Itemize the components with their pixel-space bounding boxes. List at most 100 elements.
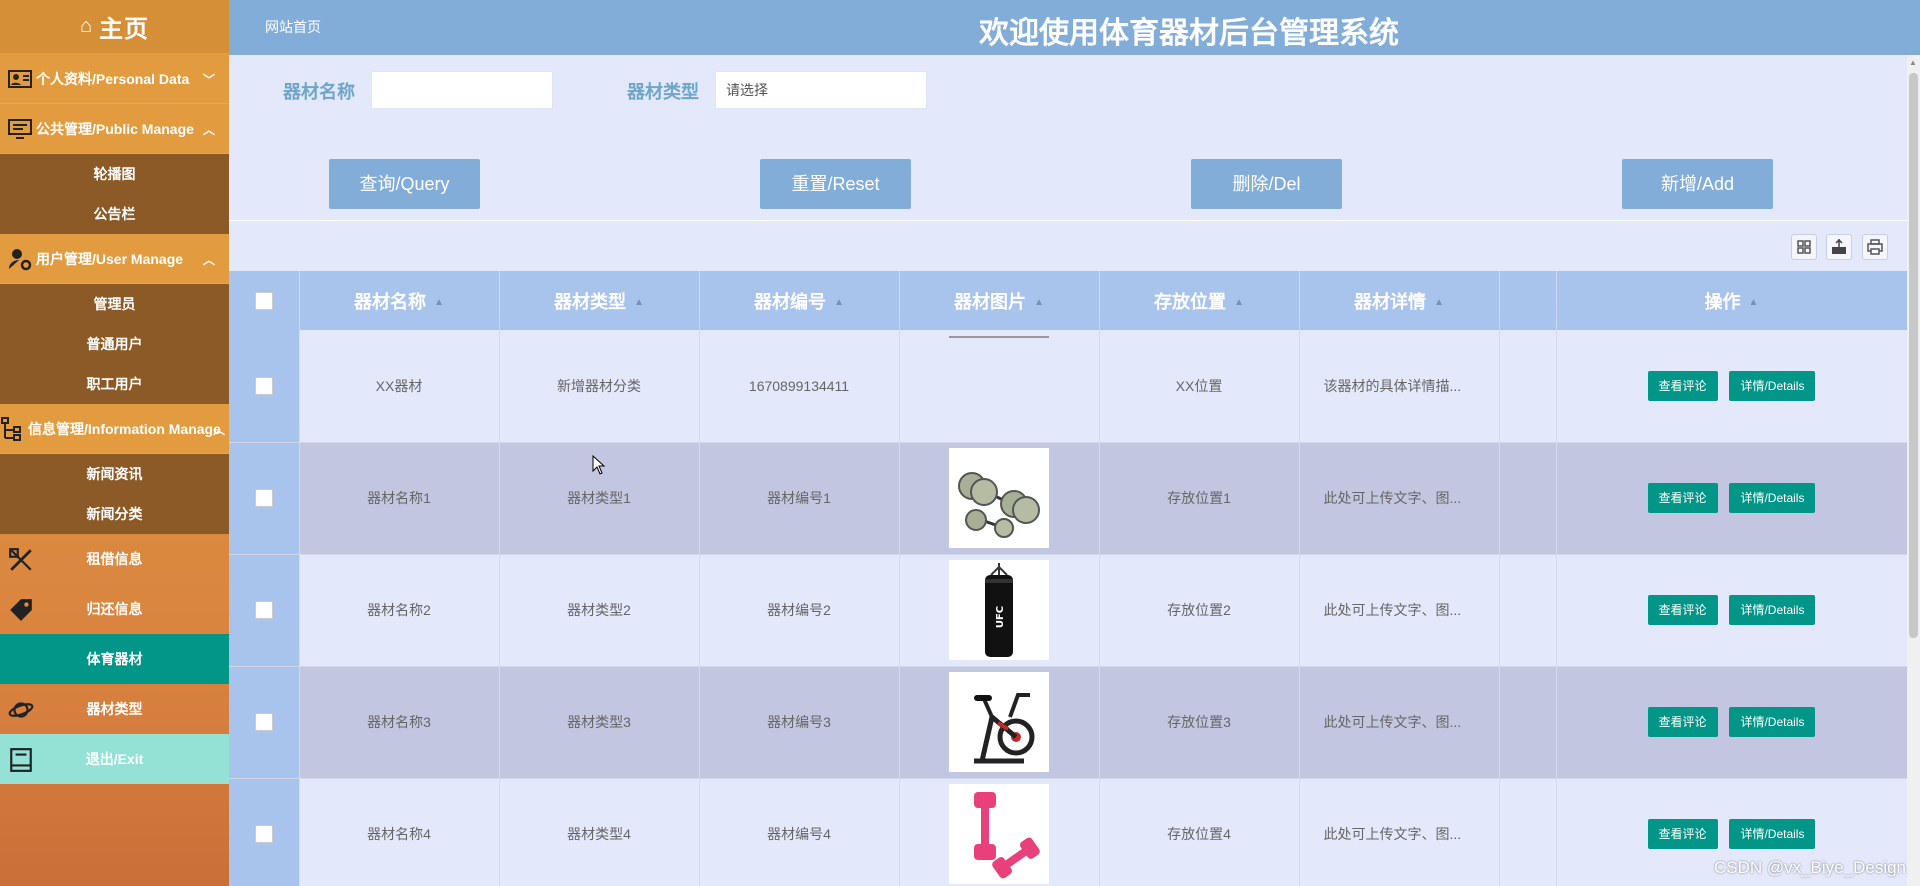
sort-icon: ▲ (634, 297, 644, 309)
cell-detail: 该器材的具体详情描... (1299, 330, 1500, 443)
row-checkbox[interactable] (254, 713, 273, 732)
vertical-scrollbar[interactable]: ▲ (1907, 55, 1920, 886)
col-header-label: 器材名称 (354, 291, 427, 312)
book-icon (10, 748, 32, 772)
sort-icon: ▲ (434, 297, 444, 309)
sidebar-submenu-user: 管理员 普通用户 职工用户 (0, 284, 229, 404)
col-header-label: 器材图片 (954, 291, 1027, 312)
exercise-bike-image (949, 672, 1049, 772)
sidebar-link-label: 退出/Exit (85, 751, 144, 767)
add-button[interactable]: 新增/Add (1622, 159, 1773, 209)
sidebar-item-news[interactable]: 新闻资讯 (0, 454, 229, 494)
sidebar-group-personal[interactable]: 个人资料/Personal Data ﹀ (0, 54, 229, 104)
sidebar-item-notice[interactable]: 公告栏 (0, 194, 229, 234)
table-row[interactable]: 器材名称1 器材类型1 器材编号1 存放位置1 此处可上传文字、图... 查看评… (229, 442, 1907, 555)
sidebar-group-public[interactable]: 公共管理/Public Manage ︿ (0, 104, 229, 154)
print-button[interactable] (1862, 234, 1888, 260)
equipment-type-select[interactable]: 请选择 (715, 71, 927, 109)
row-checkbox[interactable] (254, 489, 273, 508)
sidebar-home-label: 主页 (99, 16, 150, 43)
view-comments-button[interactable]: 查看评论 (1647, 819, 1718, 849)
sidebar-item-normal-user[interactable]: 普通用户 (0, 324, 229, 364)
col-header-detail[interactable]: 器材详情 ▲ (1299, 271, 1500, 330)
details-button[interactable]: 详情/Details (1729, 370, 1816, 401)
col-header-type[interactable]: 器材类型 ▲ (499, 271, 700, 330)
sidebar-link-label: 器材类型 (86, 701, 143, 717)
cell-code: 器材编号1 (699, 442, 900, 555)
col-header-code[interactable]: 器材编号 ▲ (699, 271, 900, 330)
sidebar-item-news-category[interactable]: 新闻分类 (0, 494, 229, 534)
row-checkbox[interactable] (254, 376, 273, 395)
row-checkbox[interactable] (254, 601, 273, 620)
cell-location: 存放位置1 (1099, 442, 1300, 555)
details-button[interactable]: 详情/Details (1729, 819, 1816, 849)
col-header-name[interactable]: 器材名称 ▲ (299, 271, 500, 330)
chevron-up-icon: ︿ (202, 253, 215, 267)
cell-code: 1670899134411 (699, 330, 900, 443)
col-header-image[interactable]: 器材图片 ▲ (899, 271, 1100, 330)
row-select-cell (229, 330, 300, 443)
equipment-name-label: 器材名称 (283, 82, 355, 102)
details-button[interactable]: 详情/Details (1729, 707, 1816, 737)
sidebar-home[interactable]: ⌂ 主页 (0, 0, 229, 54)
delete-button[interactable]: 删除/Del (1191, 159, 1342, 209)
scroll-up-icon[interactable]: ▲ (1909, 58, 1917, 67)
sidebar-item-return[interactable]: 归还信息 (0, 584, 229, 634)
export-button[interactable] (1826, 234, 1852, 260)
cell-empty (1499, 778, 1557, 886)
equipment-name-input[interactable] (371, 71, 553, 109)
sidebar-item-equipment[interactable]: 体育器材 (0, 634, 229, 684)
col-header-location[interactable]: 存放位置 ▲ (1099, 271, 1300, 330)
view-comments-button[interactable]: 查看评论 (1647, 483, 1718, 513)
chevron-up-icon: ︿ (212, 423, 225, 437)
sidebar-item-admin[interactable]: 管理员 (0, 284, 229, 324)
sidebar-submenu-info: 新闻资讯 新闻分类 (0, 454, 229, 534)
col-header-label: 存放位置 (1154, 291, 1227, 312)
svg-text:UFC: UFC (995, 606, 1006, 628)
col-header-actions[interactable]: 操作 ▲ (1556, 271, 1907, 330)
sidebar-group-user[interactable]: 用户管理/User Manage ︿ (0, 234, 229, 284)
sidebar-item-staff-user[interactable]: 职工用户 (0, 364, 229, 404)
hierarchy-icon (1, 416, 21, 441)
sidebar-item-exit[interactable]: 退出/Exit (0, 734, 229, 784)
broken-image (949, 336, 1049, 338)
cell-empty (1499, 554, 1557, 667)
sidebar-group-label: 信息管理/Information Manage (28, 420, 221, 437)
details-button[interactable]: 详情/Details (1729, 483, 1816, 513)
cell-detail: 此处可上传文字、图... (1299, 778, 1500, 886)
cell-image (899, 778, 1100, 886)
table-row[interactable]: XX器材 新增器材分类 1670899134411 XX位置 该器材的具体详情描… (229, 330, 1907, 443)
query-button[interactable]: 查询/Query (329, 159, 480, 209)
scrollbar-thumb[interactable] (1909, 73, 1918, 638)
details-button[interactable]: 详情/Details (1729, 595, 1816, 625)
table-row[interactable]: 器材名称2 器材类型2 器材编号2 UFC 存放位置2 此处可上传文字、图...… (229, 554, 1907, 667)
sidebar-item-rental[interactable]: 租借信息 (0, 534, 229, 584)
view-comments-button[interactable]: 查看评论 (1647, 707, 1718, 737)
search-area: 器材名称 器材类型 请选择 查询/Query 重置/Reset 删除/Del 新… (229, 55, 1920, 220)
col-header-empty (1499, 271, 1557, 330)
sidebar-link-label: 体育器材 (86, 651, 143, 667)
export-icon (1832, 238, 1846, 254)
tag-icon (10, 599, 32, 621)
cell-empty (1499, 330, 1557, 443)
select-all-checkbox[interactable] (254, 292, 273, 311)
punching-bag-image: UFC (949, 560, 1049, 660)
equipment-type-label: 器材类型 (627, 82, 699, 102)
view-comments-button[interactable]: 查看评论 (1647, 370, 1718, 401)
sidebar-group-label: 用户管理/User Manage (36, 250, 184, 267)
cell-detail: 此处可上传文字、图... (1299, 554, 1500, 667)
row-checkbox[interactable] (254, 825, 273, 844)
sidebar-group-info[interactable]: 信息管理/Information Manage ︿ (0, 404, 229, 454)
sidebar-item-equipment-type[interactable]: 器材类型 (0, 684, 229, 734)
table-row[interactable]: 器材名称3 器材类型3 器材编号3 存放位置3 此处可上传文字、图... 查看评… (229, 666, 1907, 779)
sidebar-item-carousel[interactable]: 轮播图 (0, 154, 229, 194)
cell-detail: 此处可上传文字、图... (1299, 442, 1500, 555)
table-row[interactable]: 器材名称4 器材类型4 器材编号4 存放位置4 此处可上传文字、图... 查看评… (229, 778, 1907, 886)
reset-button[interactable]: 重置/Reset (760, 159, 911, 209)
view-comments-button[interactable]: 查看评论 (1647, 595, 1718, 625)
sort-icon: ▲ (834, 297, 844, 309)
print-icon (1867, 239, 1883, 255)
sidebar-submenu-public: 轮播图 公告栏 (0, 154, 229, 234)
divider (229, 220, 1920, 221)
columns-toggle-button[interactable] (1791, 234, 1817, 260)
